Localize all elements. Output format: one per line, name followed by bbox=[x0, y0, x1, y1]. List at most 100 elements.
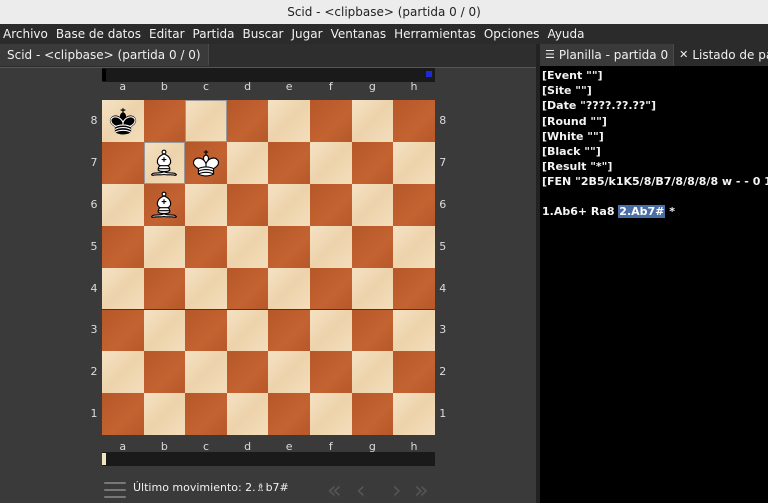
square-e8[interactable] bbox=[268, 100, 310, 142]
square-d2[interactable] bbox=[226, 351, 269, 394]
tab-planilla[interactable]: ☰ Planilla - partida 0 bbox=[540, 44, 675, 66]
square-d4[interactable] bbox=[226, 267, 269, 310]
square-b1[interactable] bbox=[143, 393, 186, 436]
white-bishop-icon[interactable] bbox=[144, 184, 186, 226]
black-king-icon[interactable] bbox=[102, 100, 144, 142]
menu-base-de-datos[interactable]: Base de datos bbox=[56, 27, 141, 41]
square-g7[interactable] bbox=[351, 141, 394, 184]
menu-ventanas[interactable]: Ventanas bbox=[331, 27, 387, 41]
first-move-button[interactable]: « bbox=[327, 478, 342, 502]
last-move-button[interactable]: » bbox=[414, 478, 429, 502]
menu-archivo[interactable]: Archivo bbox=[3, 27, 48, 41]
square-a1[interactable] bbox=[102, 393, 144, 436]
square-g2[interactable] bbox=[351, 351, 394, 394]
square-a7[interactable] bbox=[102, 141, 144, 184]
square-h5[interactable] bbox=[393, 225, 435, 268]
square-c1[interactable] bbox=[185, 393, 227, 436]
square-b3[interactable] bbox=[143, 309, 186, 352]
square-d6[interactable] bbox=[226, 183, 269, 226]
pgn-tag-event: [Event ""] bbox=[542, 69, 603, 82]
square-g6[interactable] bbox=[351, 183, 394, 226]
rank-label-5-left: 5 bbox=[90, 239, 98, 253]
square-f2[interactable] bbox=[310, 351, 352, 394]
square-c3[interactable] bbox=[185, 309, 227, 352]
rank-label-3-right: 3 bbox=[439, 323, 447, 337]
menu-icon[interactable] bbox=[104, 482, 126, 498]
square-f1[interactable] bbox=[310, 393, 352, 436]
square-g1[interactable] bbox=[351, 393, 394, 436]
square-c8[interactable] bbox=[185, 100, 227, 142]
pgn-tag-round: [Round ""] bbox=[542, 114, 607, 128]
square-a5[interactable] bbox=[102, 225, 144, 268]
pgn-moves-before[interactable]: 1.Ab6+ Ra8 bbox=[542, 205, 618, 218]
square-b4[interactable] bbox=[143, 267, 186, 310]
square-c7[interactable] bbox=[185, 141, 227, 184]
square-h8[interactable] bbox=[393, 100, 435, 142]
square-b5[interactable] bbox=[143, 225, 186, 268]
menu-ayuda[interactable]: Ayuda bbox=[547, 27, 584, 41]
square-f7[interactable] bbox=[310, 141, 352, 184]
square-b8[interactable] bbox=[143, 100, 186, 142]
square-a3[interactable] bbox=[102, 309, 144, 352]
square-g4[interactable] bbox=[351, 267, 394, 310]
square-b7[interactable] bbox=[143, 141, 186, 184]
square-b6[interactable] bbox=[143, 183, 186, 226]
menu-jugar[interactable]: Jugar bbox=[292, 27, 323, 41]
square-a4[interactable] bbox=[102, 267, 144, 310]
square-c2[interactable] bbox=[185, 351, 227, 394]
menu-partida[interactable]: Partida bbox=[193, 27, 235, 41]
next-move-button[interactable]: › bbox=[392, 478, 402, 502]
menu-buscar[interactable]: Buscar bbox=[243, 27, 284, 41]
square-e4[interactable] bbox=[268, 267, 310, 310]
square-c6[interactable] bbox=[185, 183, 227, 226]
square-e2[interactable] bbox=[268, 351, 310, 394]
square-b2[interactable] bbox=[143, 351, 186, 394]
square-f6[interactable] bbox=[310, 183, 352, 226]
rank-label-5-right: 5 bbox=[439, 239, 447, 253]
menu-herramientas[interactable]: Herramientas bbox=[394, 27, 476, 41]
square-h7[interactable] bbox=[393, 141, 435, 184]
square-g3[interactable] bbox=[351, 309, 394, 352]
square-h6[interactable] bbox=[393, 183, 435, 226]
square-f4[interactable] bbox=[310, 267, 352, 310]
square-f3[interactable] bbox=[310, 309, 352, 352]
square-a8[interactable] bbox=[102, 100, 144, 142]
square-a2[interactable] bbox=[102, 351, 144, 394]
square-h2[interactable] bbox=[393, 351, 435, 394]
previous-move-button[interactable]: ‹ bbox=[356, 478, 366, 502]
menu-opciones[interactable]: Opciones bbox=[484, 27, 540, 41]
square-a6[interactable] bbox=[102, 183, 144, 226]
square-g8[interactable] bbox=[351, 100, 394, 142]
square-h1[interactable] bbox=[393, 393, 435, 436]
square-c4[interactable] bbox=[185, 267, 227, 310]
square-h3[interactable] bbox=[393, 309, 435, 352]
square-d7[interactable] bbox=[226, 141, 269, 184]
square-c5[interactable] bbox=[185, 225, 227, 268]
square-d8[interactable] bbox=[226, 100, 269, 142]
chess-board[interactable] bbox=[102, 100, 435, 436]
white-king-icon[interactable] bbox=[185, 142, 227, 184]
square-e6[interactable] bbox=[268, 183, 310, 226]
square-d3[interactable] bbox=[226, 309, 269, 352]
pgn-text[interactable]: [Event ""] [Site ""] [Date "????.??.??"]… bbox=[542, 68, 768, 219]
square-g5[interactable] bbox=[351, 225, 394, 268]
square-h4[interactable] bbox=[393, 267, 435, 310]
close-icon[interactable]: ✕ bbox=[679, 44, 688, 66]
square-e5[interactable] bbox=[268, 225, 310, 268]
square-f8[interactable] bbox=[310, 100, 352, 142]
square-e3[interactable] bbox=[268, 309, 310, 352]
tab-listado[interactable]: ✕ Listado de partidas bbox=[674, 44, 768, 66]
tab-board-window[interactable]: Scid - <clipbase> (partida 0 / 0) bbox=[0, 44, 209, 66]
square-e1[interactable] bbox=[268, 393, 310, 436]
square-d1[interactable] bbox=[226, 393, 269, 436]
menu-editar[interactable]: Editar bbox=[149, 27, 185, 41]
rank-label-7-left: 7 bbox=[90, 155, 98, 169]
square-f5[interactable] bbox=[310, 225, 352, 268]
square-d5[interactable] bbox=[226, 225, 269, 268]
rank-label-8-right: 8 bbox=[439, 113, 447, 127]
square-e7[interactable] bbox=[268, 141, 310, 184]
menu-bar: Archivo Base de datos Editar Partida Bus… bbox=[0, 24, 768, 44]
white-bishop-icon[interactable] bbox=[144, 142, 186, 184]
pgn-current-move[interactable]: 2.Ab7# bbox=[618, 204, 666, 218]
file-label-d-top: d bbox=[244, 80, 252, 93]
